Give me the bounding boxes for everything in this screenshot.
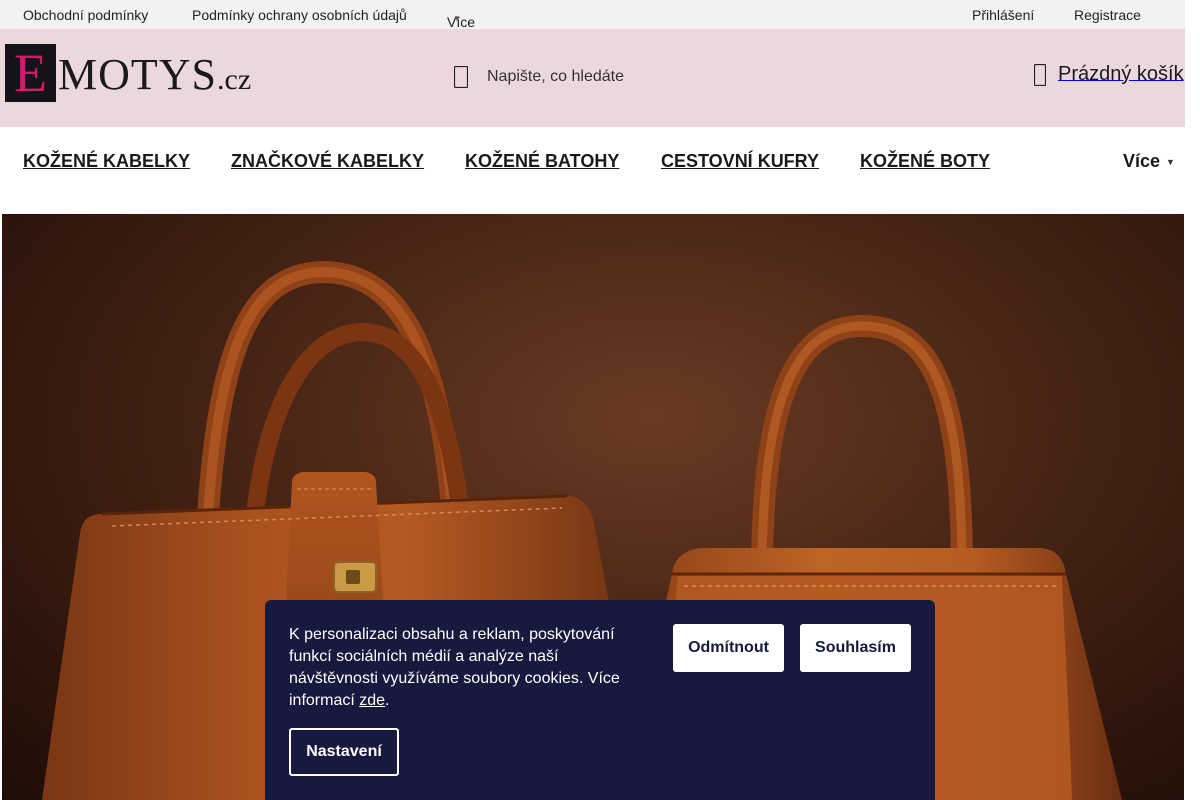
privacy-link[interactable]: Podmínky ochrany osobních údajů — [192, 7, 407, 23]
search-input[interactable] — [487, 63, 847, 91]
topbar-more-label: Více — [447, 14, 476, 30]
cookie-settings-button[interactable]: Nastavení — [289, 728, 399, 776]
logo-wordmark: MOTYS.cz — [58, 50, 251, 105]
nav-item-leather-handbags[interactable]: KOŽENÉ KABELKY — [23, 151, 190, 172]
search-bar — [450, 59, 870, 95]
nav-item-travel-suitcases[interactable]: CESTOVNÍ KUFRY — [661, 151, 819, 172]
search-icon[interactable] — [453, 65, 469, 89]
cookie-message: K personalizaci obsahu a reklam, poskyto… — [289, 624, 639, 712]
site-logo[interactable]: E MOTYS.cz — [5, 44, 255, 102]
cookie-accept-button[interactable]: Souhlasím — [800, 624, 911, 672]
cookie-message-end: . — [385, 692, 390, 709]
nav-more-menu[interactable]: Více ▼ — [1123, 151, 1175, 172]
cookie-consent-bar: K personalizaci obsahu a reklam, poskyto… — [265, 600, 935, 800]
cookie-message-text: K personalizaci obsahu a reklam, poskyto… — [289, 626, 620, 709]
cart-button[interactable]: Prázdný košík — [1033, 63, 1184, 93]
register-link[interactable]: Registrace — [1074, 7, 1141, 23]
nav-item-brand-handbags[interactable]: ZNAČKOVÉ KABELKY — [231, 151, 424, 172]
logo-word: MOTYS — [58, 50, 218, 99]
cookie-info-link[interactable]: zde — [359, 692, 385, 709]
cart-icon — [1033, 63, 1047, 86]
logo-tld: .cz — [217, 63, 252, 96]
nav-item-leather-backpacks[interactable]: KOŽENÉ BATOHY — [465, 151, 619, 172]
chevron-down-icon: ▼ — [453, 14, 461, 23]
main-navigation: KOŽENÉ KABELKY ZNAČKOVÉ KABELKY KOŽENÉ B… — [0, 127, 1185, 214]
nav-item-leather-shoes[interactable]: KOŽENÉ BOTY — [860, 151, 990, 172]
terms-link[interactable]: Obchodní podmínky — [23, 7, 148, 23]
cart-label: Prázdný košík — [1058, 63, 1184, 85]
login-link[interactable]: Přihlášení — [972, 7, 1034, 23]
chevron-down-icon: ▼ — [1166, 157, 1175, 168]
top-utility-bar: Obchodní podmínky Podmínky ochrany osobn… — [0, 0, 1185, 30]
cookie-reject-button[interactable]: Odmítnout — [673, 624, 784, 672]
nav-more-label: Více — [1123, 151, 1161, 171]
site-header: E MOTYS.cz Prázdný košík — [0, 29, 1185, 127]
logo-letter: E — [5, 44, 56, 102]
